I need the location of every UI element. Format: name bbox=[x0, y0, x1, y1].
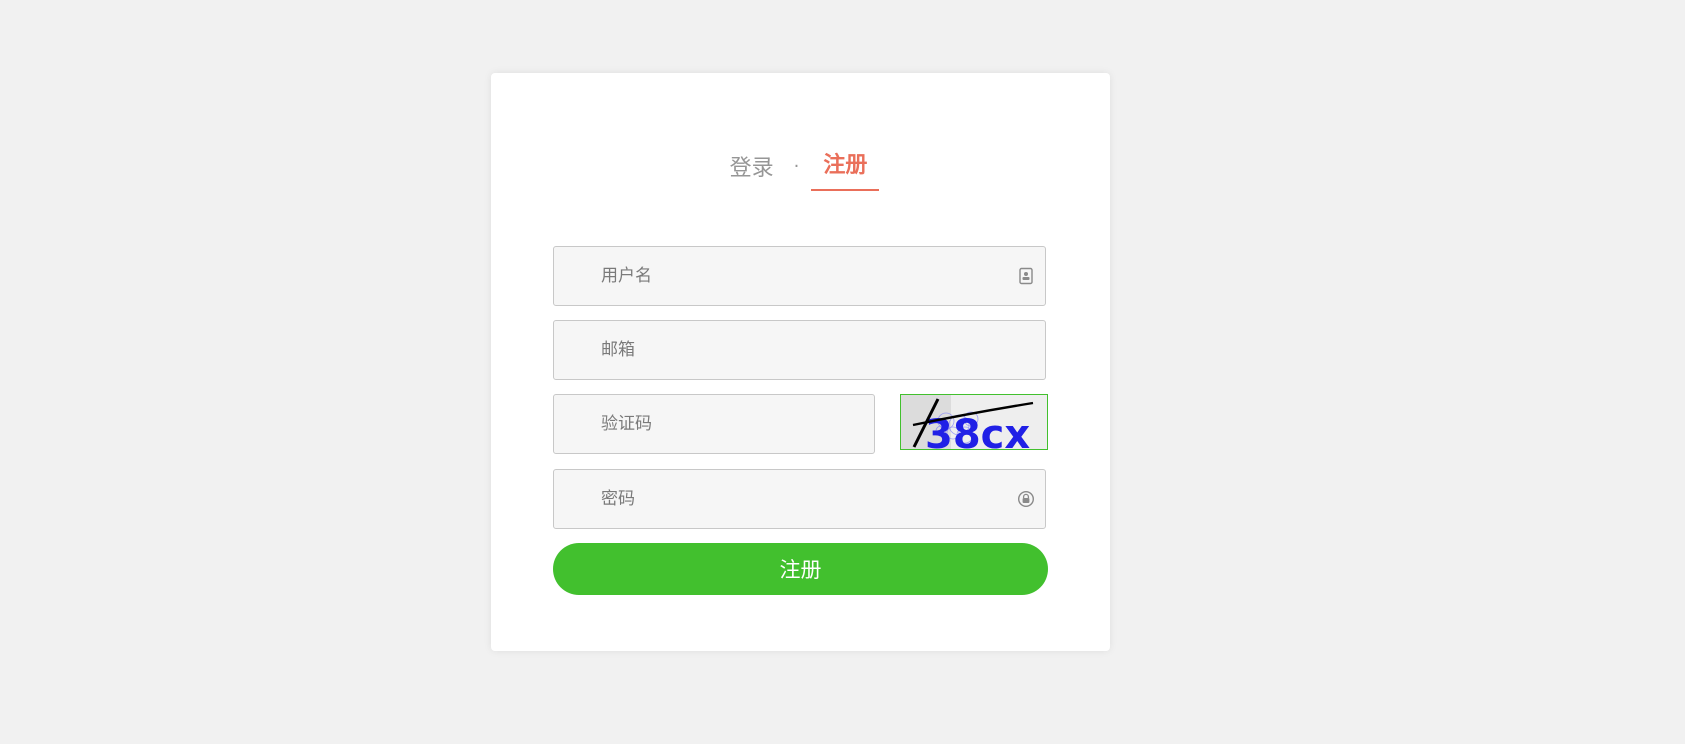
email-field-wrapper bbox=[553, 320, 1046, 380]
username-field-wrapper bbox=[553, 246, 1046, 306]
username-input[interactable] bbox=[554, 247, 1045, 305]
password-field-wrapper bbox=[553, 469, 1046, 529]
auth-tabs: 登录 · 注册 bbox=[491, 141, 1110, 191]
password-input[interactable] bbox=[554, 470, 1045, 528]
lock-circle-icon bbox=[1017, 490, 1035, 508]
register-card: 登录 · 注册 38cx bbox=[491, 73, 1110, 651]
contact-card-icon bbox=[1019, 267, 1033, 285]
register-button[interactable]: 注册 bbox=[553, 543, 1048, 595]
captcha-text: 38cx bbox=[925, 412, 1030, 449]
tab-register[interactable]: 注册 bbox=[811, 141, 880, 191]
captcha-graphic: 38cx bbox=[901, 395, 1047, 458]
tab-separator: · bbox=[793, 155, 800, 177]
tab-login[interactable]: 登录 bbox=[722, 144, 782, 188]
captcha-field-wrapper bbox=[553, 394, 875, 454]
captcha-input[interactable] bbox=[554, 395, 874, 453]
email-input[interactable] bbox=[554, 321, 1045, 379]
captcha-image[interactable]: 38cx bbox=[900, 394, 1048, 458]
